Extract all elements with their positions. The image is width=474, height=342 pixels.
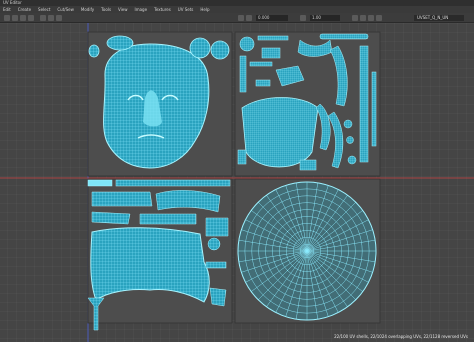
scale-tool-icon[interactable] <box>28 15 34 21</box>
wireframe-toggle-icon[interactable] <box>48 15 54 21</box>
uv-set-select[interactable]: UVSET_Q_N_UN <box>414 15 464 21</box>
value-a-field[interactable]: 0.000 <box>256 15 288 21</box>
menu-bar: Edit Create Select Cut/Sew Modify Tools … <box>0 6 474 13</box>
menu-uv-sets[interactable]: UV Sets <box>178 6 194 13</box>
status-text: 22/100 UV shells, 22/1024 overlapping UV… <box>334 334 468 339</box>
menu-edit[interactable]: Edit <box>3 6 11 13</box>
pixel-snap-icon[interactable] <box>368 15 374 21</box>
window-title: UV Editor <box>3 0 22 5</box>
menu-create[interactable]: Create <box>18 6 31 13</box>
uv-shell-top-left-oval[interactable] <box>106 35 134 51</box>
menu-select[interactable]: Select <box>38 6 50 13</box>
exposure-icon[interactable] <box>300 15 306 21</box>
rotate-tool-icon[interactable] <box>20 15 26 21</box>
uv-viewport[interactable]: 22/100 UV shells, 22/1024 overlapping UV… <box>0 23 474 342</box>
menu-modify[interactable]: Modify <box>81 6 94 13</box>
image-display-icon[interactable] <box>246 15 252 21</box>
select-tool-icon[interactable] <box>4 15 10 21</box>
uv-tile-bottom-right <box>234 178 381 324</box>
uv-toolbar: 0.000 1.00 UVSET_Q_N_UN <box>0 13 474 23</box>
uv-shell-eye-sphere[interactable] <box>189 37 211 59</box>
menu-textures[interactable]: Textures <box>154 6 171 13</box>
value-b-field[interactable]: 1.00 <box>310 15 340 21</box>
menu-cut-sew[interactable]: Cut/Sew <box>57 6 74 13</box>
menu-help[interactable]: Help <box>200 6 209 13</box>
uv-tile-top-left <box>87 31 233 177</box>
checker-icon[interactable] <box>238 15 244 21</box>
move-tool-icon[interactable] <box>12 15 18 21</box>
menu-tools[interactable]: Tools <box>101 6 111 13</box>
texture-filter-icon[interactable] <box>360 15 366 21</box>
menu-view[interactable]: View <box>118 6 128 13</box>
disk-uv-shell[interactable] <box>237 181 377 321</box>
uv-tile-top-right <box>234 31 381 177</box>
grid-toggle-icon[interactable] <box>40 15 46 21</box>
color-management-icon[interactable] <box>352 15 358 21</box>
uv-shell-eye-sphere-2[interactable] <box>210 40 230 60</box>
menu-image[interactable]: Image <box>135 6 148 13</box>
shaded-toggle-icon[interactable] <box>56 15 62 21</box>
uv-shell-small-oval[interactable] <box>88 44 100 58</box>
uv-distortion-icon[interactable] <box>376 15 382 21</box>
uv-tile-bottom-left <box>87 178 233 331</box>
